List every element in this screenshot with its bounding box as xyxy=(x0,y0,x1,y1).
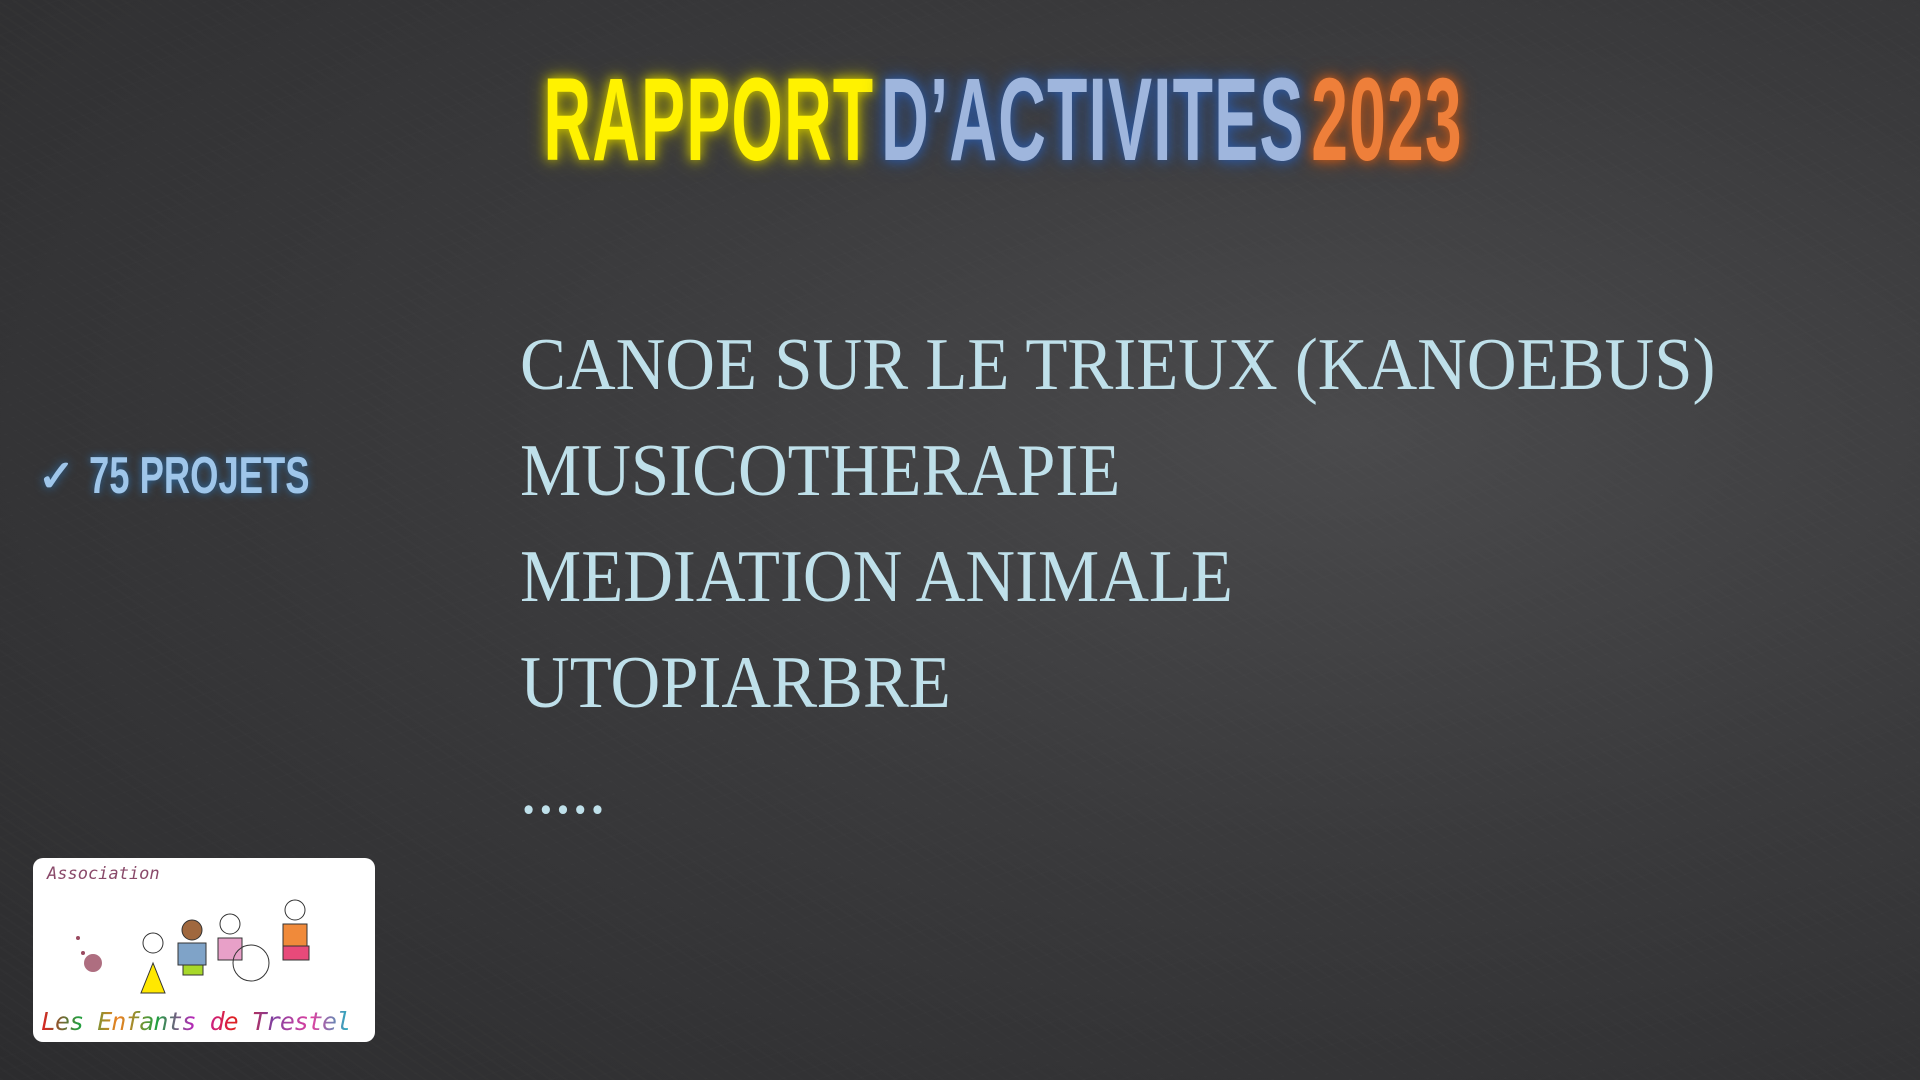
activity-item: UTOPIARBRE xyxy=(520,642,951,724)
logo-association-name: Les Enfants de Trestel xyxy=(41,1007,351,1036)
activity-item-ellipsis: ..... xyxy=(520,748,607,830)
association-logo: Association Les Enfants de Trestel xyxy=(33,858,375,1042)
title-part-activites: D’ACTIVITES xyxy=(880,54,1305,186)
projects-count: ✓ 75 PROJETS xyxy=(38,446,404,506)
activity-item: MUSICOTHERAPIE xyxy=(520,430,1121,512)
page-title: RAPPORTD’ACTIVITES2023 xyxy=(540,52,1466,188)
activity-item: MEDIATION ANIMALE xyxy=(520,536,1233,618)
projects-count-label: 75 PROJETS xyxy=(88,447,310,505)
check-icon: ✓ xyxy=(38,451,75,501)
title-part-year: 2023 xyxy=(1311,54,1463,186)
activity-item: CANOE SUR LE TRIEUX (KANOEBUS) xyxy=(520,324,1716,406)
activities-list: CANOE SUR LE TRIEUX (KANOEBUS) MUSICOTHE… xyxy=(520,312,1805,842)
title-part-rapport: RAPPORT xyxy=(543,54,875,186)
